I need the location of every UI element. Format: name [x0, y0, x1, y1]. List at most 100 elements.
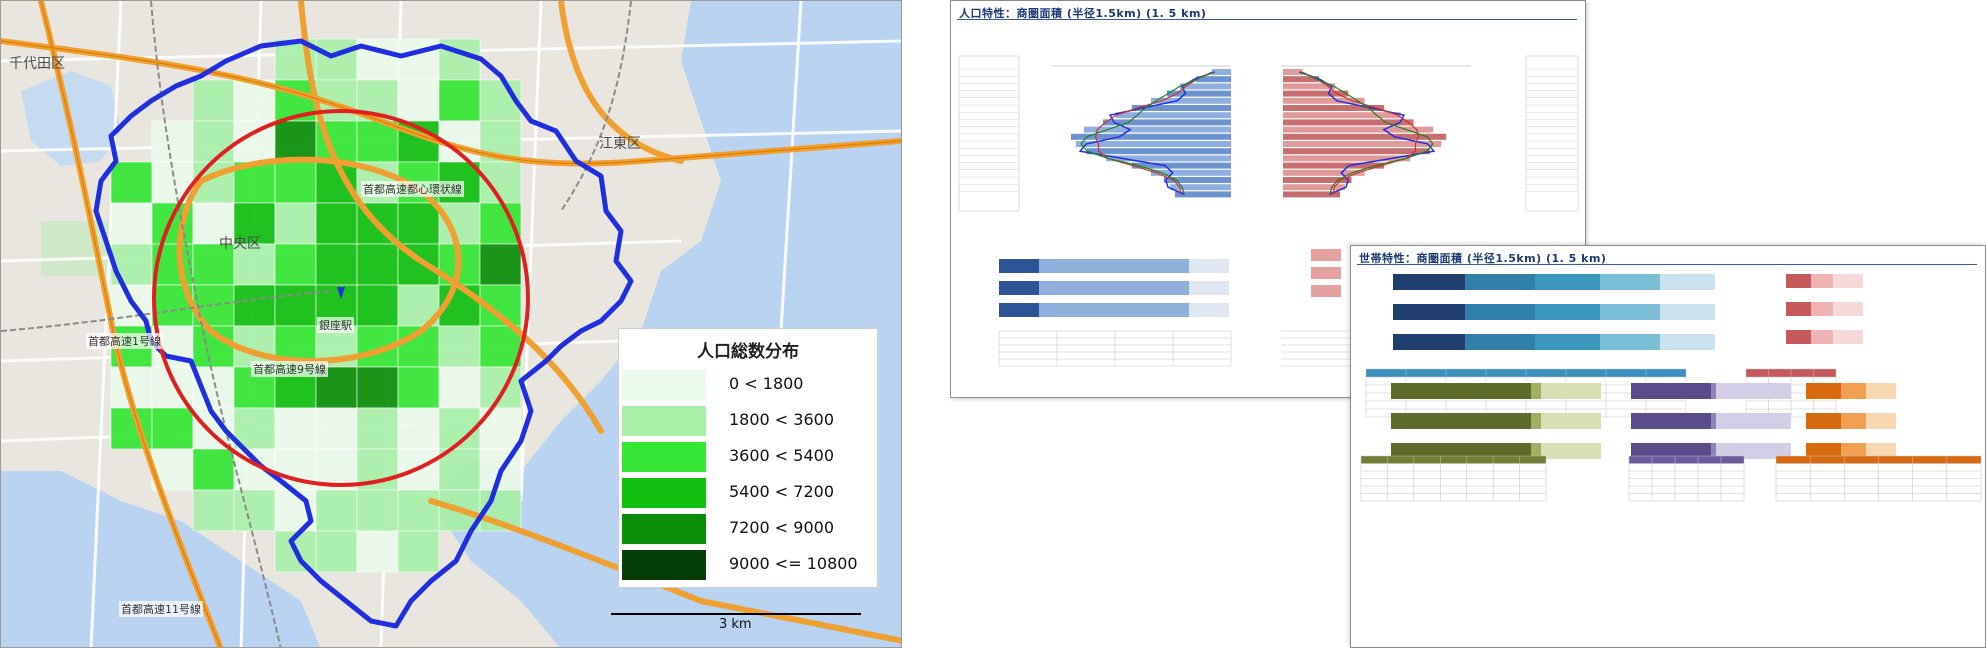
housing-type-bars [1391, 383, 1601, 459]
tenure-table [1628, 455, 1745, 502]
grid-cell [356, 284, 399, 327]
stack-segment [1531, 383, 1541, 399]
tenure-bars [1631, 383, 1791, 459]
household-size-bars [1393, 274, 1715, 350]
highway-label: 首都高速9号線 [251, 361, 328, 377]
legend-label: 5400 < 7200 [729, 482, 835, 501]
legend-row: 9000 <= 10800 [619, 549, 877, 581]
stack-segment [1711, 413, 1716, 429]
building-table [1775, 455, 1982, 502]
stack-segment [1465, 334, 1535, 350]
stack-segment [1660, 304, 1715, 320]
stack-segment [1541, 383, 1601, 399]
legend: 人口総数分布 0 < 1800 1800 < 3600 3600 < 5400 540… [618, 328, 878, 588]
age-table-left [958, 55, 1020, 212]
stack-segment [1391, 383, 1531, 399]
stack-segment [1535, 304, 1600, 320]
building-bars [1806, 383, 1896, 459]
district-label: 千代田区 [9, 56, 65, 72]
stack-segment [1866, 413, 1896, 429]
grid-cell [479, 243, 522, 286]
legend-swatch [621, 405, 707, 437]
grid-cell [151, 120, 194, 163]
stack-segment [1833, 330, 1863, 344]
district-label: 中央区 [219, 236, 261, 252]
stack-segment [1806, 413, 1841, 429]
grid-cell [315, 202, 358, 245]
stack-segment [1393, 334, 1465, 350]
grid-cell [274, 243, 317, 286]
grid-cell [438, 325, 481, 368]
legend-title: 人口総数分布 [697, 342, 799, 362]
grid-cell [192, 79, 235, 122]
grid-cell [315, 489, 358, 532]
household-type-bars [1786, 274, 1863, 344]
stack-segment [1786, 330, 1811, 344]
legend-row: 0 < 1800 [619, 369, 877, 401]
male-bar [1179, 83, 1231, 90]
grid-cell [274, 284, 317, 327]
grid-cell [397, 38, 440, 81]
legend-label: 9000 <= 10800 [729, 554, 858, 573]
stack-segment [1716, 383, 1791, 399]
stack-segment [1465, 274, 1535, 290]
legend-swatch [621, 549, 707, 581]
grid-cell [438, 366, 481, 409]
legend-swatch [621, 477, 707, 509]
grid-cell [356, 530, 399, 573]
grid-cell [315, 530, 358, 573]
male-bar [1211, 69, 1231, 75]
household-charts [1360, 274, 1982, 502]
legend-label: 0 < 1800 [729, 374, 804, 393]
legend-swatch [621, 441, 707, 473]
grid-cell [438, 202, 481, 245]
grid-cell [397, 530, 440, 573]
male-bar [1115, 112, 1231, 119]
grid-cell [356, 243, 399, 286]
stack-segment [1465, 304, 1535, 320]
stack-segment [1660, 274, 1715, 290]
stack-segment [1631, 413, 1711, 429]
grid-cell [397, 202, 440, 245]
grid-cell [110, 202, 153, 245]
highway-label: 首都高速都心環状線 [361, 181, 464, 197]
legend-row: 7200 < 9000 [619, 513, 877, 545]
stack-segment [1833, 274, 1863, 288]
gender-ratio-bars-right [1311, 249, 1341, 297]
table-header [1361, 456, 1546, 464]
male-bar [1083, 126, 1231, 133]
grid-cell [274, 202, 317, 245]
district-label: 江東区 [599, 136, 641, 152]
grid-cell [274, 120, 317, 163]
station-label[interactable]: 銀座駅 [317, 317, 354, 333]
grid-cell [192, 120, 235, 163]
highway-label: 首都高速1号線 [86, 333, 163, 349]
stack-segment [1786, 302, 1811, 316]
report-sheet-household[interactable]: 世帯特性：商圏面積 (半径1.5km) (1. 5 km) [1350, 245, 1986, 648]
stack-segment [1391, 413, 1531, 429]
grid-cell [438, 79, 481, 122]
population-grid [110, 38, 522, 573]
map-panel[interactable]: 千代田区 江東区 中央区 銀座駅 首都高速都心環状線 首都高速1号線 首都高速9… [0, 0, 902, 648]
stack-segment [1600, 334, 1660, 350]
legend-label: 3600 < 5400 [729, 446, 835, 465]
grid-cell [356, 366, 399, 409]
stack-segment [1841, 413, 1866, 429]
stack-segment [1716, 413, 1791, 429]
stack-segment [1866, 383, 1896, 399]
stack-segment [1811, 302, 1833, 316]
stack-segment [1786, 274, 1811, 288]
gender-ratio-bars [999, 259, 1229, 317]
grid-cell [397, 407, 440, 450]
stack-segment [1833, 302, 1863, 316]
legend-swatch [621, 513, 707, 545]
stack-segment [1535, 334, 1600, 350]
grid-cell [192, 489, 235, 532]
grid-cell [397, 79, 440, 122]
male-bar [1131, 105, 1231, 111]
scale-label: 3 km [719, 617, 752, 632]
stack-segment [1531, 413, 1541, 429]
grid-cell [151, 161, 194, 204]
highway-label: 首都高速11号線 [119, 601, 203, 617]
female-bar [1283, 112, 1401, 119]
